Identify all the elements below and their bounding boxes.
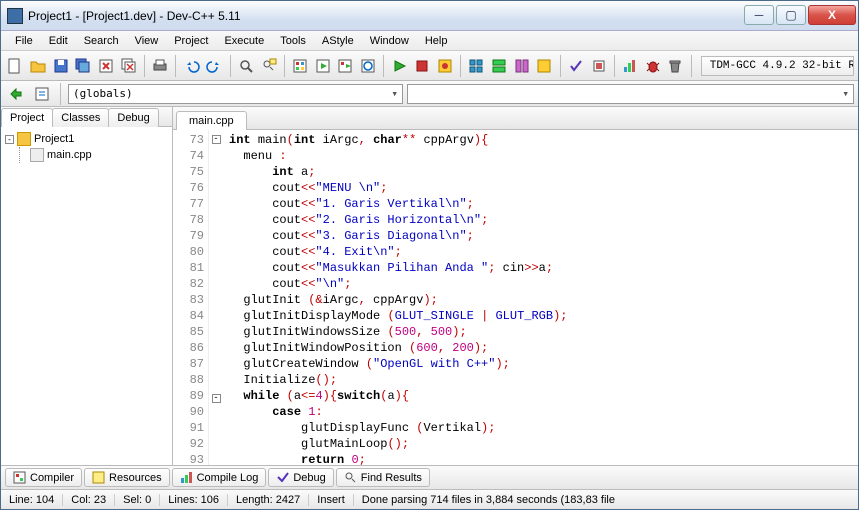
menu-bar: File Edit Search View Project Execute To… [1, 31, 858, 51]
status-line: Line: 104 [1, 494, 63, 506]
menu-tools[interactable]: Tools [272, 33, 314, 49]
menu-view[interactable]: View [127, 33, 167, 49]
bottom-tabbar: Compiler Resources Compile Log Debug Fin… [1, 465, 858, 489]
compiler-icon [13, 471, 26, 484]
replace-icon[interactable] [258, 55, 279, 77]
menu-project[interactable]: Project [166, 33, 216, 49]
compile-icon[interactable] [290, 55, 311, 77]
minimize-button[interactable]: ─ [744, 5, 774, 25]
redo-icon[interactable] [204, 55, 225, 77]
trash-icon[interactable] [665, 55, 686, 77]
project-icon [17, 132, 31, 146]
secondary-toolbar: (globals) ▾ ▾ [1, 81, 858, 107]
profiling-icon[interactable] [435, 55, 456, 77]
tab-debug[interactable]: Debug [108, 108, 158, 127]
close-all-icon[interactable] [118, 55, 139, 77]
menu-execute[interactable]: Execute [216, 33, 272, 49]
main-toolbar: TDM-GCC 4.9.2 32-bit R [1, 51, 858, 81]
tab-debug-bottom[interactable]: Debug [268, 468, 333, 487]
stats-icon[interactable] [620, 55, 641, 77]
tab-compile-log[interactable]: Compile Log [172, 468, 267, 487]
debug-icon [276, 471, 289, 484]
app-window: Project1 - [Project1.dev] - Dev-C++ 5.11… [0, 0, 859, 510]
tree-file-node[interactable]: main.cpp [30, 147, 168, 163]
tree-file-label: main.cpp [47, 149, 92, 161]
project-tree[interactable]: - Project1 main.cpp [1, 127, 172, 465]
status-message: Done parsing 714 files in 3,884 seconds … [354, 494, 858, 506]
plugin-icon[interactable] [588, 55, 609, 77]
status-sel: Sel: 0 [115, 494, 160, 506]
line-number-gutter: 7374757677787980818283848586878889909192… [173, 130, 209, 465]
compile-run-icon[interactable] [335, 55, 356, 77]
undo-icon[interactable] [181, 55, 202, 77]
collapse-icon[interactable]: - [5, 135, 14, 144]
find-icon[interactable] [236, 55, 257, 77]
status-lines: Lines: 106 [160, 494, 228, 506]
status-bar: Line: 104 Col: 23 Sel: 0 Lines: 106 Leng… [1, 489, 858, 509]
editor-tab-main[interactable]: main.cpp [176, 111, 247, 130]
menu-file[interactable]: File [7, 33, 41, 49]
new-file-icon[interactable] [5, 55, 26, 77]
menu-help[interactable]: Help [417, 33, 456, 49]
status-col: Col: 23 [63, 494, 115, 506]
menu-astyle[interactable]: AStyle [314, 33, 362, 49]
side-panel: Project Classes Debug - Project1 main.cp… [1, 107, 173, 465]
check-icon[interactable] [566, 55, 587, 77]
debug-stop-icon[interactable] [412, 55, 433, 77]
grid1-icon[interactable] [466, 55, 487, 77]
editor-area: main.cpp 7374757677787980818283848586878… [173, 107, 858, 465]
chevron-down-icon: ▾ [391, 87, 398, 100]
app-icon [7, 8, 23, 24]
tab-classes[interactable]: Classes [52, 108, 109, 127]
code-content[interactable]: int main(int iArgc, char** cppArgv){ men… [223, 130, 567, 465]
debug-start-icon[interactable] [389, 55, 410, 77]
log-icon [180, 471, 193, 484]
close-file-icon[interactable] [96, 55, 117, 77]
tab-compiler[interactable]: Compiler [5, 468, 82, 487]
grid3-icon[interactable] [511, 55, 532, 77]
scope-combo-value: (globals) [73, 87, 133, 100]
print-icon[interactable] [150, 55, 171, 77]
open-file-icon[interactable] [28, 55, 49, 77]
goto-func-icon[interactable] [5, 83, 27, 105]
maximize-button[interactable]: ▢ [776, 5, 806, 25]
tree-project-node[interactable]: - Project1 [5, 131, 168, 147]
window-title: Project1 - [Project1.dev] - Dev-C++ 5.11 [28, 9, 742, 23]
title-bar[interactable]: Project1 - [Project1.dev] - Dev-C++ 5.11… [1, 1, 858, 31]
status-length: Length: 2427 [228, 494, 309, 506]
scope-combo[interactable]: (globals) ▾ [68, 84, 403, 104]
tab-resources[interactable]: Resources [84, 468, 170, 487]
resources-icon [92, 471, 105, 484]
code-editor[interactable]: 7374757677787980818283848586878889909192… [173, 130, 858, 465]
menu-edit[interactable]: Edit [41, 33, 76, 49]
compiler-selector[interactable]: TDM-GCC 4.9.2 32-bit R [701, 56, 854, 76]
file-icon [30, 148, 44, 162]
menu-window[interactable]: Window [362, 33, 417, 49]
chevron-down-icon: ▾ [842, 87, 849, 100]
rebuild-icon[interactable] [358, 55, 379, 77]
tab-project[interactable]: Project [1, 108, 53, 127]
grid2-icon[interactable] [489, 55, 510, 77]
tab-find-results[interactable]: Find Results [336, 468, 430, 487]
members-combo[interactable]: ▾ [407, 84, 854, 104]
tree-project-label: Project1 [34, 133, 74, 145]
save-icon[interactable] [50, 55, 71, 77]
close-button[interactable]: X [808, 5, 856, 25]
run-icon[interactable] [312, 55, 333, 77]
grid4-icon[interactable] [534, 55, 555, 77]
goto-line-icon[interactable] [31, 83, 53, 105]
bug-icon[interactable] [643, 55, 664, 77]
status-mode: Insert [309, 494, 354, 506]
save-all-icon[interactable] [73, 55, 94, 77]
fold-gutter[interactable]: -- [209, 130, 223, 465]
menu-search[interactable]: Search [76, 33, 127, 49]
find-icon [344, 471, 357, 484]
